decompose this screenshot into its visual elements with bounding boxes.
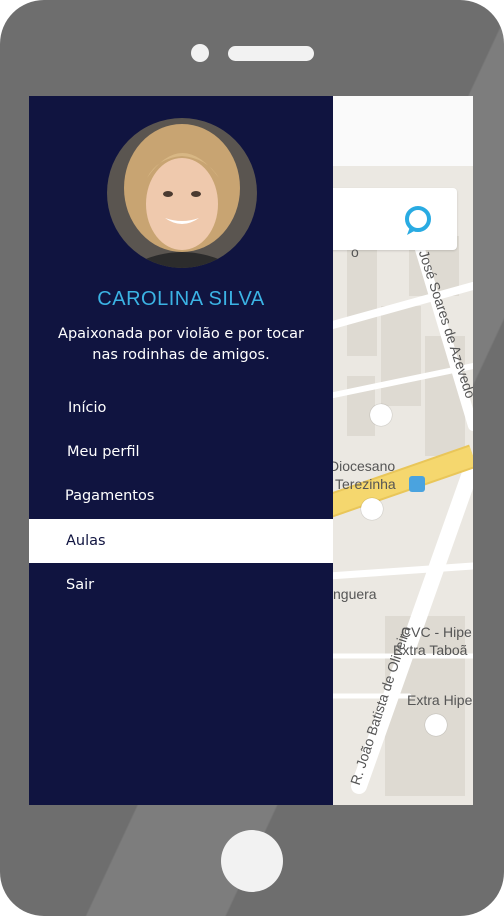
home-button[interactable] (221, 830, 283, 892)
menu-item-label: Início (68, 400, 107, 416)
earpiece-speaker (228, 46, 314, 61)
menu-item-pagamentos[interactable]: Pagamentos (29, 474, 333, 518)
front-camera (191, 44, 209, 62)
menu-item-aulas[interactable]: Aulas (29, 519, 333, 563)
map-label-extra-taboa: Extra Taboã (393, 642, 468, 658)
avatar-photo (107, 118, 257, 268)
menu-item-label: Sair (66, 577, 95, 593)
screen: lari o José Soares de Azevedo Diocesano … (29, 96, 473, 805)
menu-item-inicio[interactable]: Início (29, 386, 333, 430)
bus-stop-icon[interactable] (409, 476, 425, 492)
map-label-street-fragment: o (351, 244, 359, 260)
map-label-diocesano: Diocesano (329, 458, 396, 474)
map-search-card[interactable] (325, 188, 457, 250)
map-label-cvc: CVC - Hipe (401, 624, 472, 640)
user-name: CAROLINA SILVA (97, 288, 265, 310)
shopping-cart-poi-icon[interactable] (425, 714, 447, 736)
landmark-poi-icon[interactable] (361, 498, 383, 520)
mail-poi-icon[interactable] (370, 404, 392, 426)
menu-item-label: Pagamentos (65, 488, 155, 504)
chat-bubble-icon[interactable] (401, 204, 435, 238)
menu-item-label: Meu perfil (67, 444, 140, 460)
menu-item-meu-perfil[interactable]: Meu perfil (29, 430, 333, 474)
phone-frame: lari o José Soares de Azevedo Diocesano … (0, 0, 504, 916)
map-label-nguera: nguera (333, 586, 377, 602)
menu-item-sair[interactable]: Sair (29, 563, 333, 607)
map-label-terezinha: Terezinha (335, 476, 396, 492)
navigation-drawer: CAROLINA SILVA Apaixonada por violão e p… (29, 96, 333, 805)
user-bio: Apaixonada por violão e por tocar nas ro… (58, 326, 304, 363)
user-avatar (107, 118, 257, 268)
map-label-extra-hipe: Extra Hipe (407, 692, 473, 708)
menu-item-label: Aulas (66, 533, 106, 549)
